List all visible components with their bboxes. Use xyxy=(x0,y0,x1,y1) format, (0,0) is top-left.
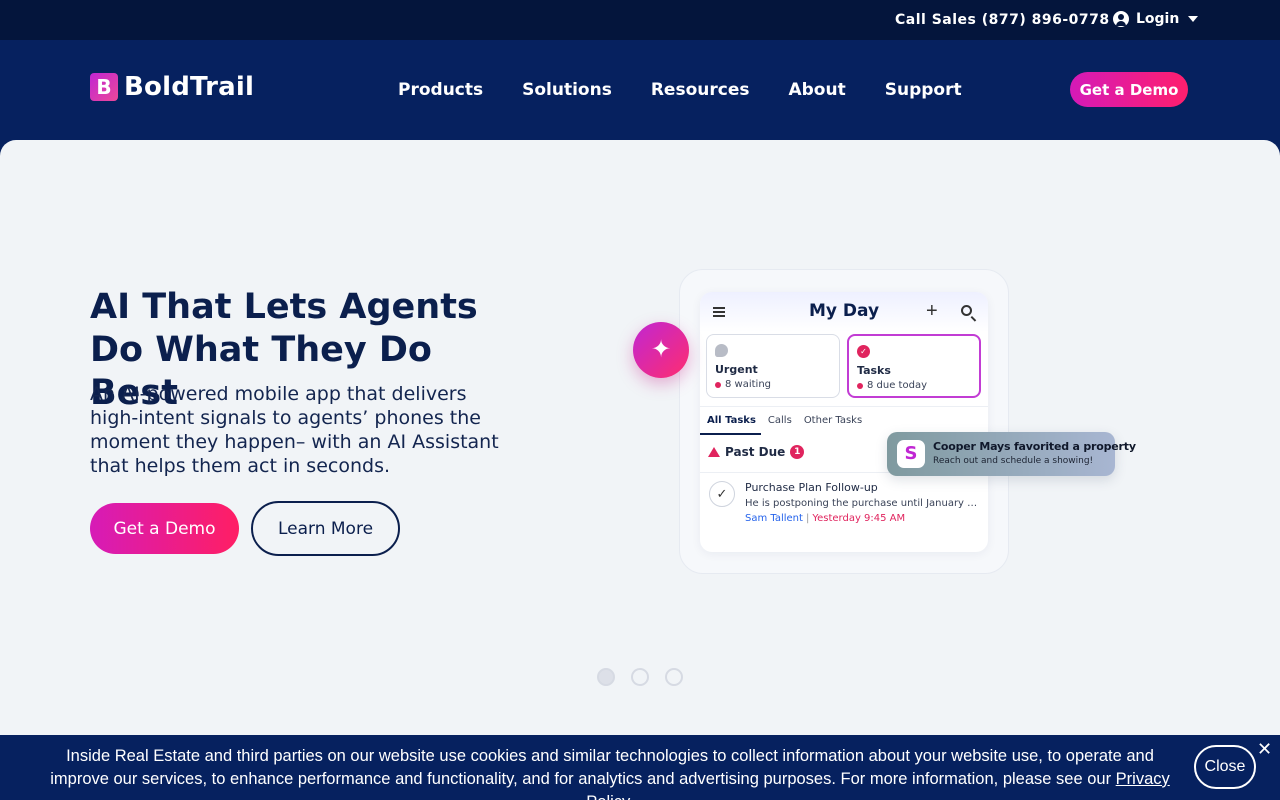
search-icon xyxy=(961,305,972,316)
chat-icon xyxy=(715,344,728,357)
login-menu[interactable]: Login xyxy=(1113,11,1199,27)
plus-icon: + xyxy=(926,300,938,322)
main-nav: B BoldTrail Products Solutions Resources… xyxy=(0,40,1280,140)
carousel-dots xyxy=(597,668,683,686)
close-icon[interactable]: ✕ xyxy=(1257,740,1272,758)
cookie-message: Inside Real Estate and third parties on … xyxy=(40,745,1180,800)
cookie-close-button[interactable]: Close xyxy=(1194,745,1256,789)
logo-mark-icon: B xyxy=(90,73,118,101)
cookie-suffix: . xyxy=(629,793,634,800)
task-description: He is postponing the purchase until Janu… xyxy=(745,498,980,509)
tasks-card-sub-text: 8 due today xyxy=(867,380,927,391)
utility-bar: Call Sales (877) 896-0778 Login xyxy=(0,0,1280,40)
tasks-card-title: Tasks xyxy=(857,364,891,377)
task-assignee: Sam Tallent xyxy=(745,513,803,524)
tab-all-tasks: All Tasks xyxy=(700,407,761,435)
nav-get-demo-button[interactable]: Get a Demo xyxy=(1070,72,1188,107)
past-due-count-badge: 1 xyxy=(790,445,805,459)
learn-more-button[interactable]: Learn More xyxy=(251,501,400,556)
task-item: ✓ Purchase Plan Follow-up He is postponi… xyxy=(700,472,988,542)
tab-calls: Calls xyxy=(767,415,792,426)
phone-mockup: My Day + Urgent 8 waiting ✓ Tasks 8 due … xyxy=(700,292,988,552)
urgent-card-sub: 8 waiting xyxy=(715,379,771,390)
task-tabs: All Tasks Calls Other Tasks xyxy=(700,406,988,435)
chevron-down-icon xyxy=(1188,16,1199,22)
nav-item-resources[interactable]: Resources xyxy=(651,80,750,100)
hero-subtitle: An AI-powered mobile app that delivers h… xyxy=(90,383,499,477)
past-due-header: Past Due 1 xyxy=(708,445,805,459)
app-icon: S xyxy=(897,440,925,468)
past-due-label: Past Due xyxy=(725,445,786,459)
task-meta: Sam Tallent | Yesterday 9:45 AM xyxy=(745,513,905,524)
nav-item-solutions[interactable]: Solutions xyxy=(522,80,612,100)
task-time: Yesterday 9:45 AM xyxy=(812,513,906,524)
cookie-text: Inside Real Estate and third parties on … xyxy=(50,747,1154,788)
login-label: Login xyxy=(1136,11,1180,27)
call-sales-link[interactable]: Call Sales (877) 896-0778 xyxy=(895,12,1110,28)
nav-item-about[interactable]: About xyxy=(788,80,845,100)
toast-subtitle: Reach out and schedule a showing! xyxy=(933,456,1094,466)
status-dot xyxy=(715,381,721,388)
tasks-card: ✓ Tasks 8 due today xyxy=(847,334,981,398)
nav-item-support[interactable]: Support xyxy=(885,80,962,100)
hero-get-demo-button[interactable]: Get a Demo xyxy=(90,503,239,554)
toast-title: Cooper Mays favorited a property xyxy=(933,440,1136,453)
meta-separator: | xyxy=(805,513,810,524)
logo-text: BoldTrail xyxy=(124,72,255,102)
carousel-dot-2[interactable] xyxy=(631,668,649,686)
logo[interactable]: B BoldTrail xyxy=(90,72,254,102)
notification-toast: S Cooper Mays favorited a property Reach… xyxy=(887,432,1136,476)
carousel-dot-1[interactable] xyxy=(597,668,615,686)
carousel-dot-3[interactable] xyxy=(665,668,683,686)
tab-other-tasks: Other Tasks xyxy=(803,415,863,426)
urgent-card-title: Urgent xyxy=(715,363,758,376)
phone-header: My Day + xyxy=(700,292,988,332)
checkmark-icon: ✓ xyxy=(709,481,735,507)
user-icon xyxy=(1113,11,1129,27)
status-dot xyxy=(857,382,863,389)
check-circle-icon: ✓ xyxy=(857,345,870,358)
warning-icon xyxy=(708,447,720,457)
ai-sparkle-icon: ✦ xyxy=(633,322,689,378)
nav-menu: Products Solutions Resources About Suppo… xyxy=(398,80,962,100)
nav-item-products[interactable]: Products xyxy=(398,80,483,100)
phone-title: My Day xyxy=(808,301,880,321)
urgent-card-sub-text: 8 waiting xyxy=(725,379,772,390)
task-title: Purchase Plan Follow-up xyxy=(745,481,878,494)
cookie-banner: Inside Real Estate and third parties on … xyxy=(0,735,1280,800)
tasks-card-sub: 8 due today xyxy=(857,380,927,391)
urgent-card: Urgent 8 waiting xyxy=(706,334,840,398)
